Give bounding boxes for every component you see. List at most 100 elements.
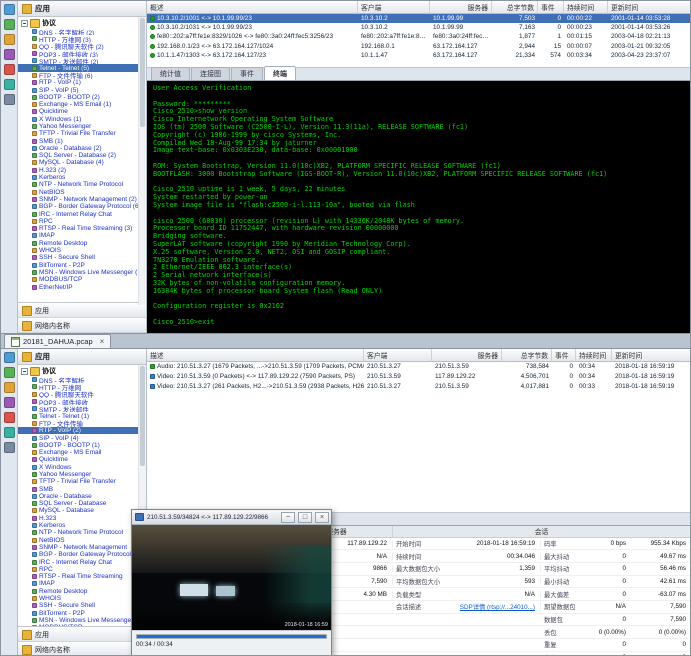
sidebar-item-protocol[interactable]: IMAP (18, 580, 146, 587)
sidebar-item-protocol[interactable]: SIP - VoIP (5) (18, 86, 146, 93)
column-header[interactable]: 服务器 (432, 349, 502, 362)
matrix-icon[interactable] (4, 427, 15, 438)
column-header[interactable]: 客户端 (364, 349, 432, 362)
conversation-icon[interactable] (4, 64, 15, 75)
stat-value-session[interactable]: 00:34.046 (453, 553, 541, 560)
diagnosis-icon[interactable] (4, 382, 15, 393)
column-header[interactable]: 总字节数 (502, 349, 552, 362)
sidebar-item-protocol[interactable]: Oracle - Database (18, 493, 146, 500)
sidebar-item-protocol[interactable]: RPC (18, 566, 146, 573)
sidebar-item-protocol[interactable]: HTTP - 万维网 (18, 383, 146, 390)
column-header[interactable]: 事件 (538, 1, 564, 14)
sidebar-scrollbar[interactable] (138, 17, 146, 305)
column-header[interactable]: 服务器 (430, 1, 492, 14)
sidebar-item-protocol[interactable]: MySQL - Database (18, 507, 146, 514)
sidebar-item-protocol[interactable]: TFTP - Trivial File Transfer (18, 478, 146, 485)
sidebar-item-protocol[interactable]: RTP - VoIP (2) (18, 427, 146, 434)
sidebar-item-protocol[interactable]: SSH - Secure Shell (18, 602, 146, 609)
protocol-icon[interactable] (4, 397, 15, 408)
sidebar-item-protocol[interactable]: MySQL - Database (4) (18, 159, 146, 166)
sidebar-item-protocol[interactable]: RTSP - Real Time Streaming (18, 573, 146, 580)
sidebar-item-protocol[interactable]: DNS - 名字解析 (18, 376, 146, 383)
sidebar-item-protocol[interactable]: Remote Desktop (18, 588, 146, 595)
sidebar-item-protocol[interactable]: BOOTP - BOOTP (2) (18, 94, 146, 101)
sidebar-item-protocol[interactable]: Yahoo Messenger (18, 471, 146, 478)
column-header[interactable]: 事件 (552, 349, 576, 362)
protocol-tree-root[interactable]: 协议 (18, 18, 146, 28)
sidebar-item-protocol[interactable]: Telnet - Telnet (1) (18, 412, 146, 419)
sidebar-item-protocol[interactable]: EtherNet/IP (18, 283, 146, 290)
sidebar-item-protocol[interactable]: BGP - Border Gateway Protocol (18, 551, 146, 558)
summary-icon[interactable] (4, 367, 15, 378)
sidebar-item-protocol[interactable]: Yahoo Messenger (18, 123, 146, 130)
sidebar-item-protocol[interactable]: NetBIOS (18, 537, 146, 544)
protocol-tree-root[interactable]: 协议 (18, 366, 146, 376)
telnet-terminal-output[interactable]: User Access VerificationPassword: ******… (147, 81, 691, 333)
packet-icon[interactable] (4, 94, 15, 105)
column-header[interactable]: 更新时间 (612, 349, 691, 362)
sidebar-item-protocol[interactable]: WHOIS (18, 247, 146, 254)
sidebar-view-button[interactable]: 应用 (18, 627, 146, 642)
diagnosis-icon[interactable] (4, 34, 15, 45)
column-header[interactable]: 持续时间 (564, 1, 608, 14)
view-tab[interactable]: 终端 (264, 66, 296, 80)
sidebar-item-protocol[interactable]: SNMP - Network Management (2) (18, 196, 146, 203)
sidebar-item-protocol[interactable]: QQ - 腾讯聊天软件 (2) (18, 43, 146, 50)
media-stream-row[interactable]: Video: 210.51.3.59 (0 Packets) <-> 117.8… (147, 372, 691, 382)
maximize-button[interactable]: □ (298, 512, 312, 523)
scrollbar-thumb[interactable] (140, 366, 145, 466)
view-tab[interactable]: 连接图 (191, 67, 230, 80)
connection-row[interactable]: 10.3.10.2/1031 <-> 10.1.99.99/23 10.3.10… (147, 23, 691, 32)
sidebar-item-protocol[interactable]: Remote Desktop (18, 240, 146, 247)
column-header[interactable]: 总字节数 (492, 1, 538, 14)
connection-row[interactable]: 10.3.10.2/1001 <-> 10.1.99.99/23 10.3.10… (147, 14, 691, 23)
sidebar-item-protocol[interactable]: FTP - 文件传输 (18, 420, 146, 427)
seek-bar[interactable] (136, 634, 327, 639)
sidebar-item-protocol[interactable]: Kerberos (18, 522, 146, 529)
stat-value-session[interactable]: 1,359 (453, 565, 541, 572)
sidebar-item-protocol[interactable]: IMAP (18, 232, 146, 239)
packet-icon[interactable] (4, 442, 15, 453)
sidebar-item-protocol[interactable]: MSN - Windows Live Messenger ( (18, 269, 146, 276)
connection-row[interactable]: 10.1.1.47/1303 <-> 63.172.164.127/23 10.… (147, 51, 691, 60)
sidebar-item-protocol[interactable]: BGP - Border Gateway Protocol (6) (18, 203, 146, 210)
collapse-icon[interactable] (21, 20, 28, 27)
view-tab[interactable]: 统计值 (151, 67, 190, 80)
sidebar-item-protocol[interactable]: SSH - Secure Shell (18, 254, 146, 261)
sidebar-item-protocol[interactable]: SMB (1) (18, 137, 146, 144)
column-header[interactable]: 描述 (147, 349, 364, 362)
sidebar-item-protocol[interactable]: BitTorrent - P2P (18, 610, 146, 617)
sidebar-item-protocol[interactable]: SMB (18, 485, 146, 492)
sidebar-item-protocol[interactable]: SIP - VoIP (4) (18, 434, 146, 441)
sidebar-item-protocol[interactable]: FTP - 文件传输 (6) (18, 72, 146, 79)
sidebar-item-protocol[interactable]: SMTP - 发送邮件 (18, 405, 146, 412)
column-header[interactable]: 更新时间 (608, 1, 691, 14)
scrollbar-thumb[interactable] (140, 18, 145, 127)
sidebar-item-protocol[interactable]: Quicktime (18, 456, 146, 463)
column-header[interactable]: 客户端 (358, 1, 430, 14)
sidebar-item-protocol[interactable]: X Windows (18, 464, 146, 471)
sidebar-item-protocol[interactable]: Quicktime (18, 108, 146, 115)
sidebar-item-protocol[interactable]: RPC (18, 218, 146, 225)
stat-value-session[interactable]: SDP详情 (rtsp://...24010...) (453, 602, 541, 611)
sidebar-item-protocol[interactable]: X Windows (1) (18, 116, 146, 123)
dashboard-icon[interactable] (4, 352, 15, 363)
sidebar-view-button[interactable]: 应用 (18, 303, 146, 318)
sidebar-item-protocol[interactable]: POP3 - 邮件接收 (3) (18, 50, 146, 57)
sidebar-item-protocol[interactable]: SQL Server - Database (2) (18, 152, 146, 159)
summary-icon[interactable] (4, 19, 15, 30)
close-button[interactable]: × (315, 512, 329, 523)
column-header[interactable]: 概述 (147, 1, 358, 14)
sidebar-item-protocol[interactable]: NTP - Network Time Protocol (18, 181, 146, 188)
sidebar-item-protocol[interactable]: RTP - VoIP (1) (18, 79, 146, 86)
connection-row[interactable]: fe80::202:a7ff:fe1e:8329/1026 <-> fe80::… (147, 32, 691, 41)
sidebar-item-protocol[interactable]: RTSP - Real Time Streaming (3) (18, 225, 146, 232)
sidebar-item-protocol[interactable]: IRC - Internet Relay Chat (18, 558, 146, 565)
sidebar-item-protocol[interactable]: BitTorrent - P2P (18, 262, 146, 269)
sidebar-item-protocol[interactable]: MODBUS/TCP (18, 276, 146, 283)
sidebar-item-protocol[interactable]: SMTP - 发送邮件 (2) (18, 57, 146, 64)
sidebar-item-protocol[interactable]: SQL Server - Database (18, 500, 146, 507)
collapse-icon[interactable] (21, 368, 28, 375)
sidebar-item-protocol[interactable]: Oracle - Database (2) (18, 145, 146, 152)
media-stream-row[interactable]: Video: 210.51.3.27 (261 Packets, H2...->… (147, 382, 691, 392)
